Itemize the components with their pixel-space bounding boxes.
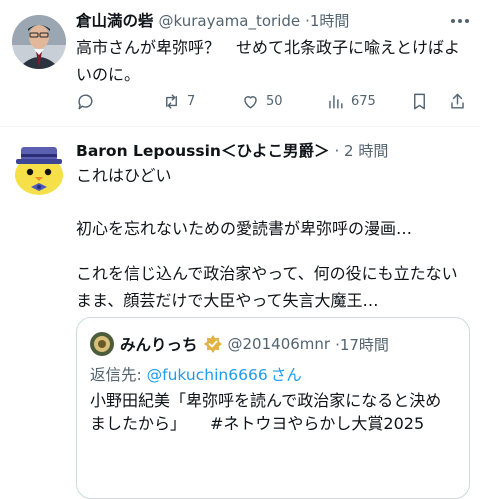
views-chart-icon — [329, 95, 343, 109]
reply-suffix: さん — [270, 366, 302, 384]
like-button[interactable]: 50 — [241, 92, 283, 111]
post-paragraph: 初心を忘れないための愛読書が卑弥呼の漫画… — [76, 219, 413, 238]
handle[interactable]: @kurayama_toride — [159, 12, 301, 30]
views-button[interactable]: 675 — [326, 92, 376, 111]
bookmark-button[interactable] — [410, 92, 429, 111]
avatar[interactable] — [90, 332, 114, 356]
view-count: 675 — [351, 94, 376, 109]
repost-icon — [166, 94, 177, 109]
display-name[interactable]: 倉山満の砦 — [76, 9, 154, 31]
like-count: 50 — [266, 94, 283, 109]
timestamp[interactable]: · 2 時間 — [334, 140, 388, 161]
share-icon — [451, 93, 464, 109]
share-button[interactable] — [448, 92, 467, 111]
reply-context: 返信先: @fukuchin6666 さん — [90, 363, 302, 385]
timestamp[interactable]: ·17時間 — [335, 334, 389, 355]
quoted-post-text: 小野田紀美「卑弥呼を読んで政治家になると決めましたから」 #ネトウヨやらかし大賞… — [90, 391, 442, 433]
heart-icon — [244, 96, 257, 109]
reply-mention-link[interactable]: @fukuchin6666 — [147, 366, 268, 384]
gold-badge-icon — [203, 335, 222, 353]
reply-label: 返信先: — [90, 366, 147, 384]
repost-count: 7 — [187, 94, 196, 109]
avatar[interactable] — [12, 141, 66, 195]
post-divider — [0, 126, 480, 127]
ellipsis-icon — [451, 19, 469, 23]
more-options-button[interactable] — [448, 10, 472, 36]
timestamp[interactable]: ·1時間 — [305, 10, 349, 31]
repost-button[interactable]: 7 — [162, 92, 195, 111]
chick-avatar-icon — [12, 141, 66, 195]
user-avatar-icon — [12, 15, 66, 69]
display-name[interactable]: みんりっち — [120, 333, 198, 355]
reply-button[interactable] — [76, 92, 101, 111]
quoted-user-avatar-icon — [90, 332, 114, 356]
post-paragraph: これはひどい — [76, 166, 172, 185]
reply-icon — [78, 94, 93, 110]
post-text: 高市さんが卑弥呼？ せめて北条政子に喩えとけばよいのに。 — [76, 38, 461, 84]
bookmark-icon — [414, 93, 425, 110]
handle[interactable]: @201406mnr — [228, 335, 331, 353]
display-name[interactable]: Baron Lepoussin＜ひよこ男爵＞ — [76, 139, 329, 161]
avatar[interactable] — [12, 15, 66, 69]
post-paragraph: これを信じ込んで政治家やって、何の役にも立たないまま、顔芸だけで大臣やって失言大… — [76, 264, 458, 310]
